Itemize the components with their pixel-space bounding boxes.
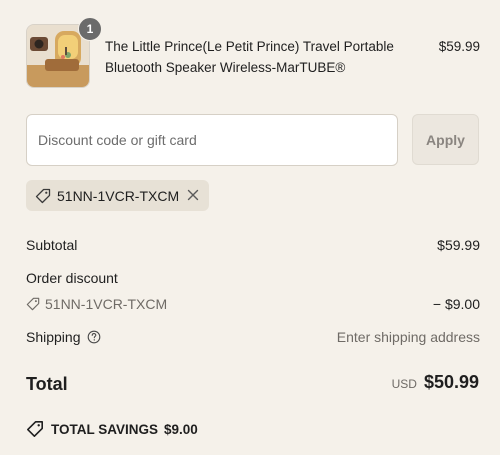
shipping-value: Enter shipping address [336,329,480,345]
product-name: The Little Prince(Le Petit Prince) Trave… [105,39,394,75]
subtotal-label: Subtotal [26,237,78,253]
discount-value: − $9.00 [432,296,480,312]
line-item: 1 The Little Prince(Le Petit Prince) Tra… [26,17,480,88]
subtotal-value: $59.99 [437,237,480,253]
order-discount-label: Order discount [26,270,118,286]
savings-label: TOTAL SAVINGS [51,421,159,437]
total-label: Total [26,374,68,394]
apply-button[interactable]: Apply [412,114,479,165]
discount-code-label: 51NN-1VCR-TXCM [45,296,168,312]
applied-code-text: 51NN-1VCR-TXCM [57,187,180,204]
close-icon[interactable] [186,188,200,202]
discount-code-input[interactable] [26,114,398,166]
total-value: $50.99 [423,372,479,392]
product-price: $59.99 [438,39,480,54]
tag-icon [26,420,44,438]
quantity-badge: 1 [78,17,102,41]
applied-discount-chip: 51NN-1VCR-TXCM [26,180,209,211]
tag-icon [35,188,51,204]
savings-value: $9.00 [164,421,198,437]
product-thumbnail: 1 [26,17,102,88]
shipping-label: Shipping [26,329,81,345]
total-amount: USD $50.99 [392,372,479,393]
tag-icon [26,297,40,311]
question-circle-icon[interactable] [87,330,101,344]
total-savings: TOTAL SAVINGS $9.00 [26,420,198,438]
currency-code: USD [391,377,417,391]
